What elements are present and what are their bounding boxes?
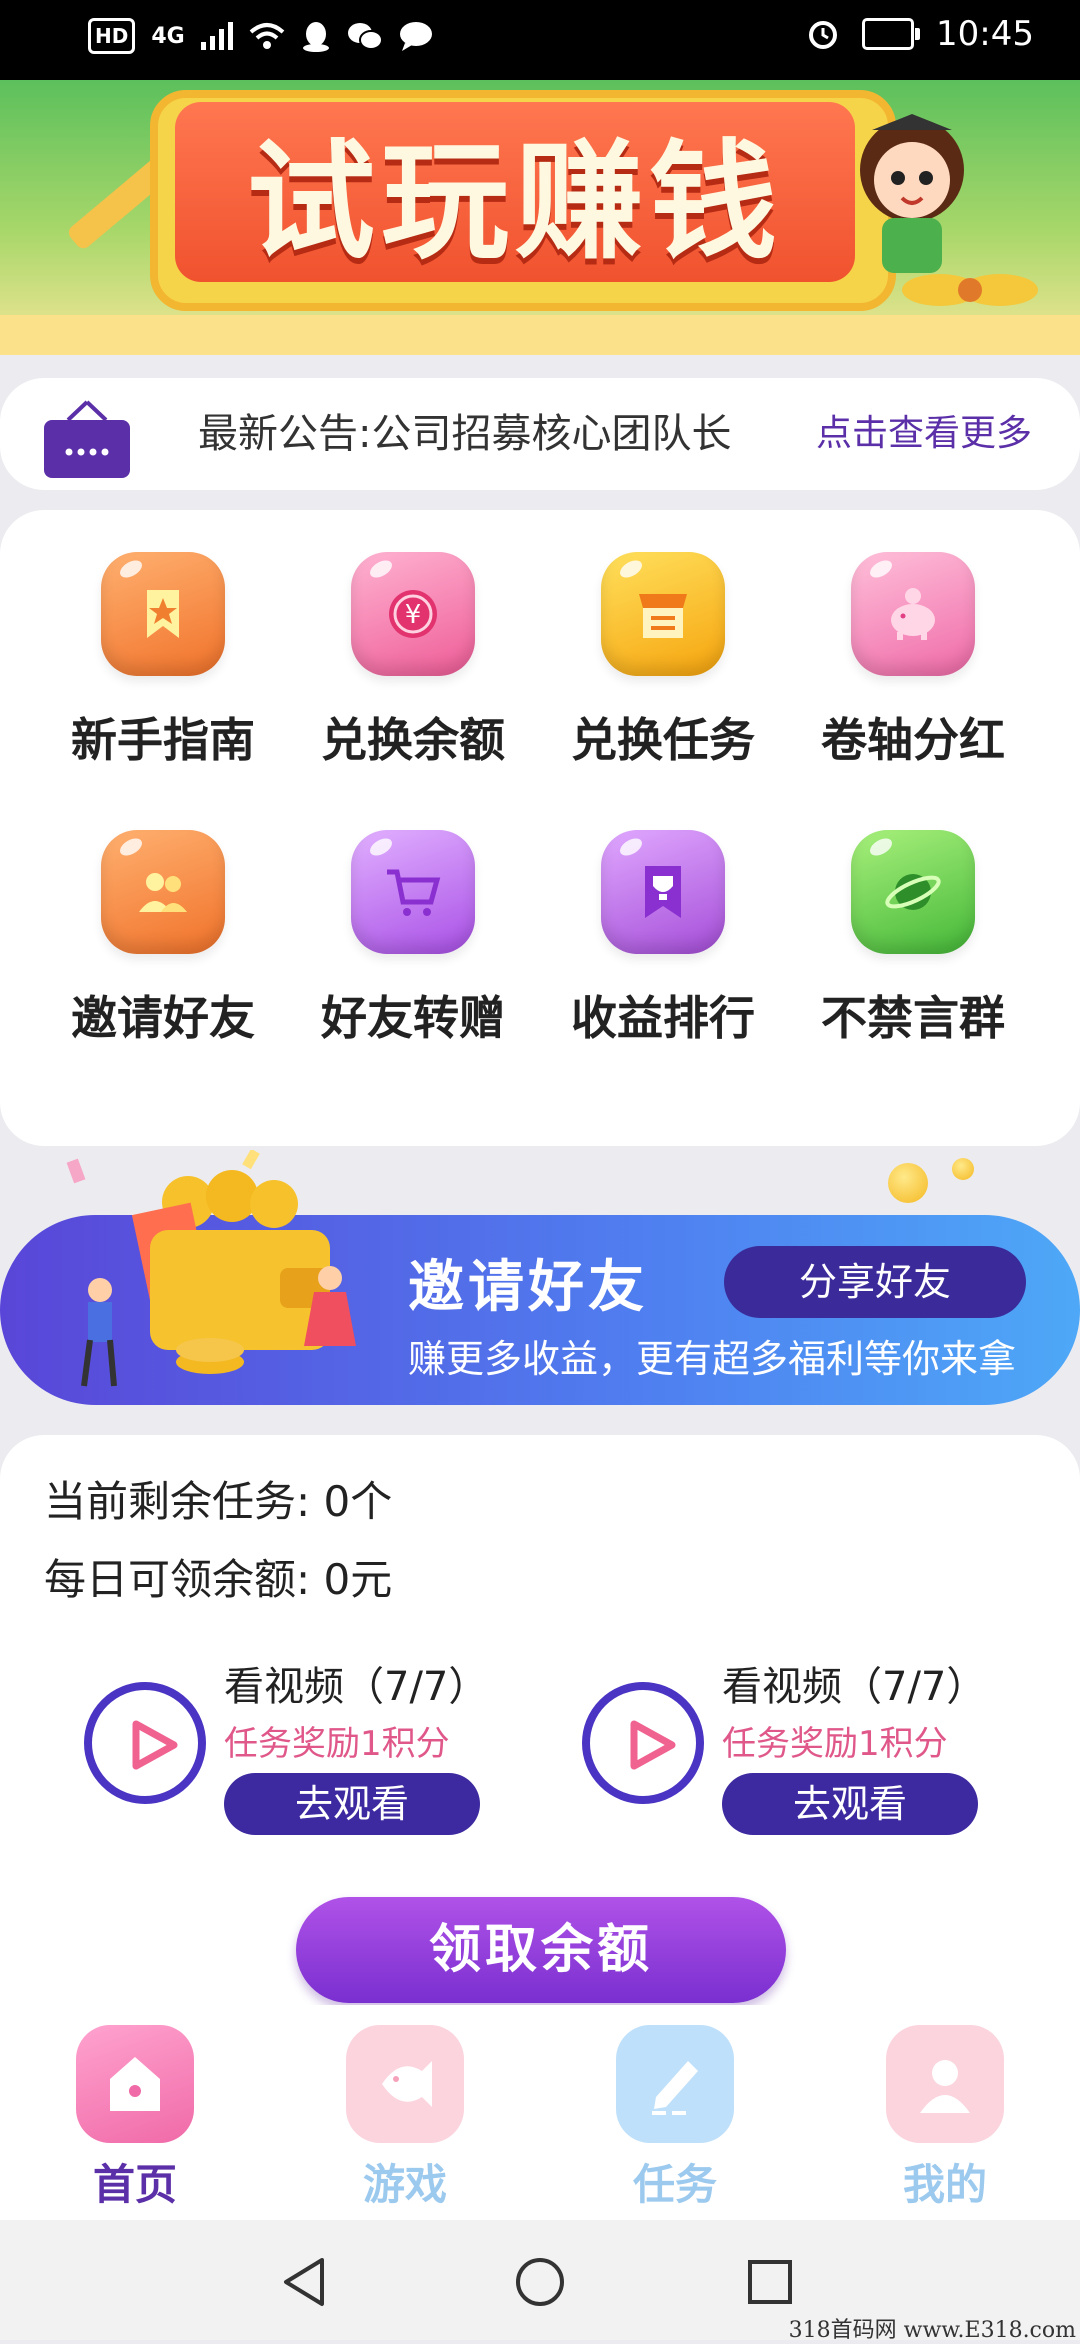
daily-balance-label: 每日可领余额: <box>44 1555 311 1604</box>
tab-games[interactable]: 游戏 <box>270 2025 540 2212</box>
grid-item-chat-group[interactable]: 不禁言群 <box>778 830 1048 1048</box>
tab-label: 我的 <box>902 2160 987 2209</box>
video-task-title: 看视频（7/7） <box>224 1664 489 1710</box>
remaining-tasks: 当前剩余任务: 0个 <box>44 1468 392 1529</box>
banner-base <box>0 315 1080 355</box>
network-label: 4G <box>151 23 185 49</box>
notice-more-link[interactable]: 点击查看更多 <box>816 378 1032 490</box>
tab-home[interactable]: 首页 <box>0 2025 270 2212</box>
watch-video-button[interactable]: 去观看 <box>722 1773 978 1835</box>
share-friends-button[interactable]: 分享好友 <box>724 1246 1026 1318</box>
grid-item-earnings-ranking[interactable]: 收益排行 <box>528 830 798 1048</box>
trophy-icon <box>601 830 725 954</box>
wifi-icon <box>249 23 285 49</box>
video-task-reward: 任务奖励1积分 <box>722 1724 948 1764</box>
grid-item-exchange-balance[interactable]: ¥ 兑换余额 <box>278 552 548 770</box>
notice-bar[interactable]: 最新公告:公司招募核心团队长 点击查看更多 <box>0 378 1080 490</box>
invite-subtitle: 赚更多收益，更有超多福利等你来拿 <box>408 1337 1017 1381</box>
alarm-icon <box>809 21 838 49</box>
cart-icon <box>351 830 475 954</box>
grid-item-label: 新手指南 <box>71 713 255 767</box>
coin-icon <box>888 1163 928 1203</box>
grid-item-label: 不禁言群 <box>821 991 1005 1045</box>
tab-label: 游戏 <box>362 2160 447 2209</box>
game-icon <box>346 2025 464 2143</box>
back-icon[interactable] <box>280 2256 328 2308</box>
cartoon-girl-icon <box>860 114 964 273</box>
watermark: 318首码网 www.E318.com <box>788 2318 1076 2343</box>
grid-item-label: 兑换余额 <box>321 713 505 767</box>
grid-item-friend-transfer[interactable]: 好友转赠 <box>278 830 548 1048</box>
daily-balance: 每日可领余额: 0元 <box>44 1546 392 1607</box>
profile-icon <box>886 2025 1004 2143</box>
hd-badge: HD <box>88 18 136 54</box>
wallet-coins-icon <box>66 1150 356 1387</box>
recents-icon[interactable] <box>746 2258 794 2306</box>
wechat-icon <box>347 23 383 50</box>
task-pen-icon <box>616 2025 734 2143</box>
grid-item-scroll-dividend[interactable]: 卷轴分红 <box>778 552 1048 770</box>
yuan-coin-icon: ¥ <box>351 552 475 676</box>
video-task-title: 看视频（7/7） <box>722 1664 987 1710</box>
remaining-tasks-value: 0个 <box>323 1477 393 1526</box>
daily-balance-value: 0元 <box>323 1555 393 1604</box>
svg-text:¥: ¥ <box>405 600 422 630</box>
notice-board-icon <box>44 400 130 478</box>
notice-text: 最新公告:公司招募核心团队长 <box>198 411 732 457</box>
planet-icon <box>851 830 975 954</box>
clock: 10:45 <box>936 14 1034 54</box>
status-icons-right: 10:45 <box>806 14 1034 54</box>
shop-icon <box>601 552 725 676</box>
play-video-icon[interactable] <box>582 1682 704 1804</box>
status-icons-left: HD 4G <box>88 18 433 54</box>
hero-banner[interactable]: 试玩赚钱 <box>0 80 1080 355</box>
bookmark-star-icon <box>101 552 225 676</box>
invite-title: 邀请好友 <box>408 1255 648 1320</box>
play-video-icon[interactable] <box>84 1682 206 1804</box>
grid-item-label: 邀请好友 <box>71 991 255 1045</box>
grid-item-label: 卷轴分红 <box>821 713 1005 767</box>
status-bar: HD 4G 10:45 <box>0 0 1080 80</box>
grid-item-invite-friends[interactable]: 邀请好友 <box>28 830 298 1048</box>
remaining-tasks-label: 当前剩余任务: <box>44 1477 311 1526</box>
grid-item-label: 兑换任务 <box>571 713 755 767</box>
propeller-icon <box>902 274 1038 306</box>
video-task-reward: 任务奖励1积分 <box>224 1724 450 1764</box>
home-circle-icon[interactable] <box>514 2256 566 2308</box>
home-icon <box>76 2025 194 2143</box>
tab-label: 任务 <box>632 2160 717 2209</box>
signal-icon <box>200 22 233 50</box>
grid-item-exchange-task[interactable]: 兑换任务 <box>528 552 798 770</box>
claim-balance-button[interactable]: 领取余额 <box>296 1897 786 2003</box>
banner-title: 试玩赚钱 <box>246 127 783 277</box>
grid-item-label: 好友转赠 <box>321 991 505 1045</box>
qq-icon <box>302 22 329 52</box>
message-icon <box>399 22 432 51</box>
coin-icon <box>952 1158 974 1180</box>
users-icon <box>101 830 225 954</box>
tab-profile[interactable]: 我的 <box>810 2025 1080 2212</box>
watch-video-button[interactable]: 去观看 <box>224 1773 480 1835</box>
tab-label: 首页 <box>92 2160 177 2209</box>
tab-tasks[interactable]: 任务 <box>540 2025 810 2212</box>
grid-item-beginner-guide[interactable]: 新手指南 <box>28 552 298 770</box>
battery-icon <box>862 18 921 50</box>
piggy-bank-icon <box>851 552 975 676</box>
grid-item-label: 收益排行 <box>571 991 755 1045</box>
